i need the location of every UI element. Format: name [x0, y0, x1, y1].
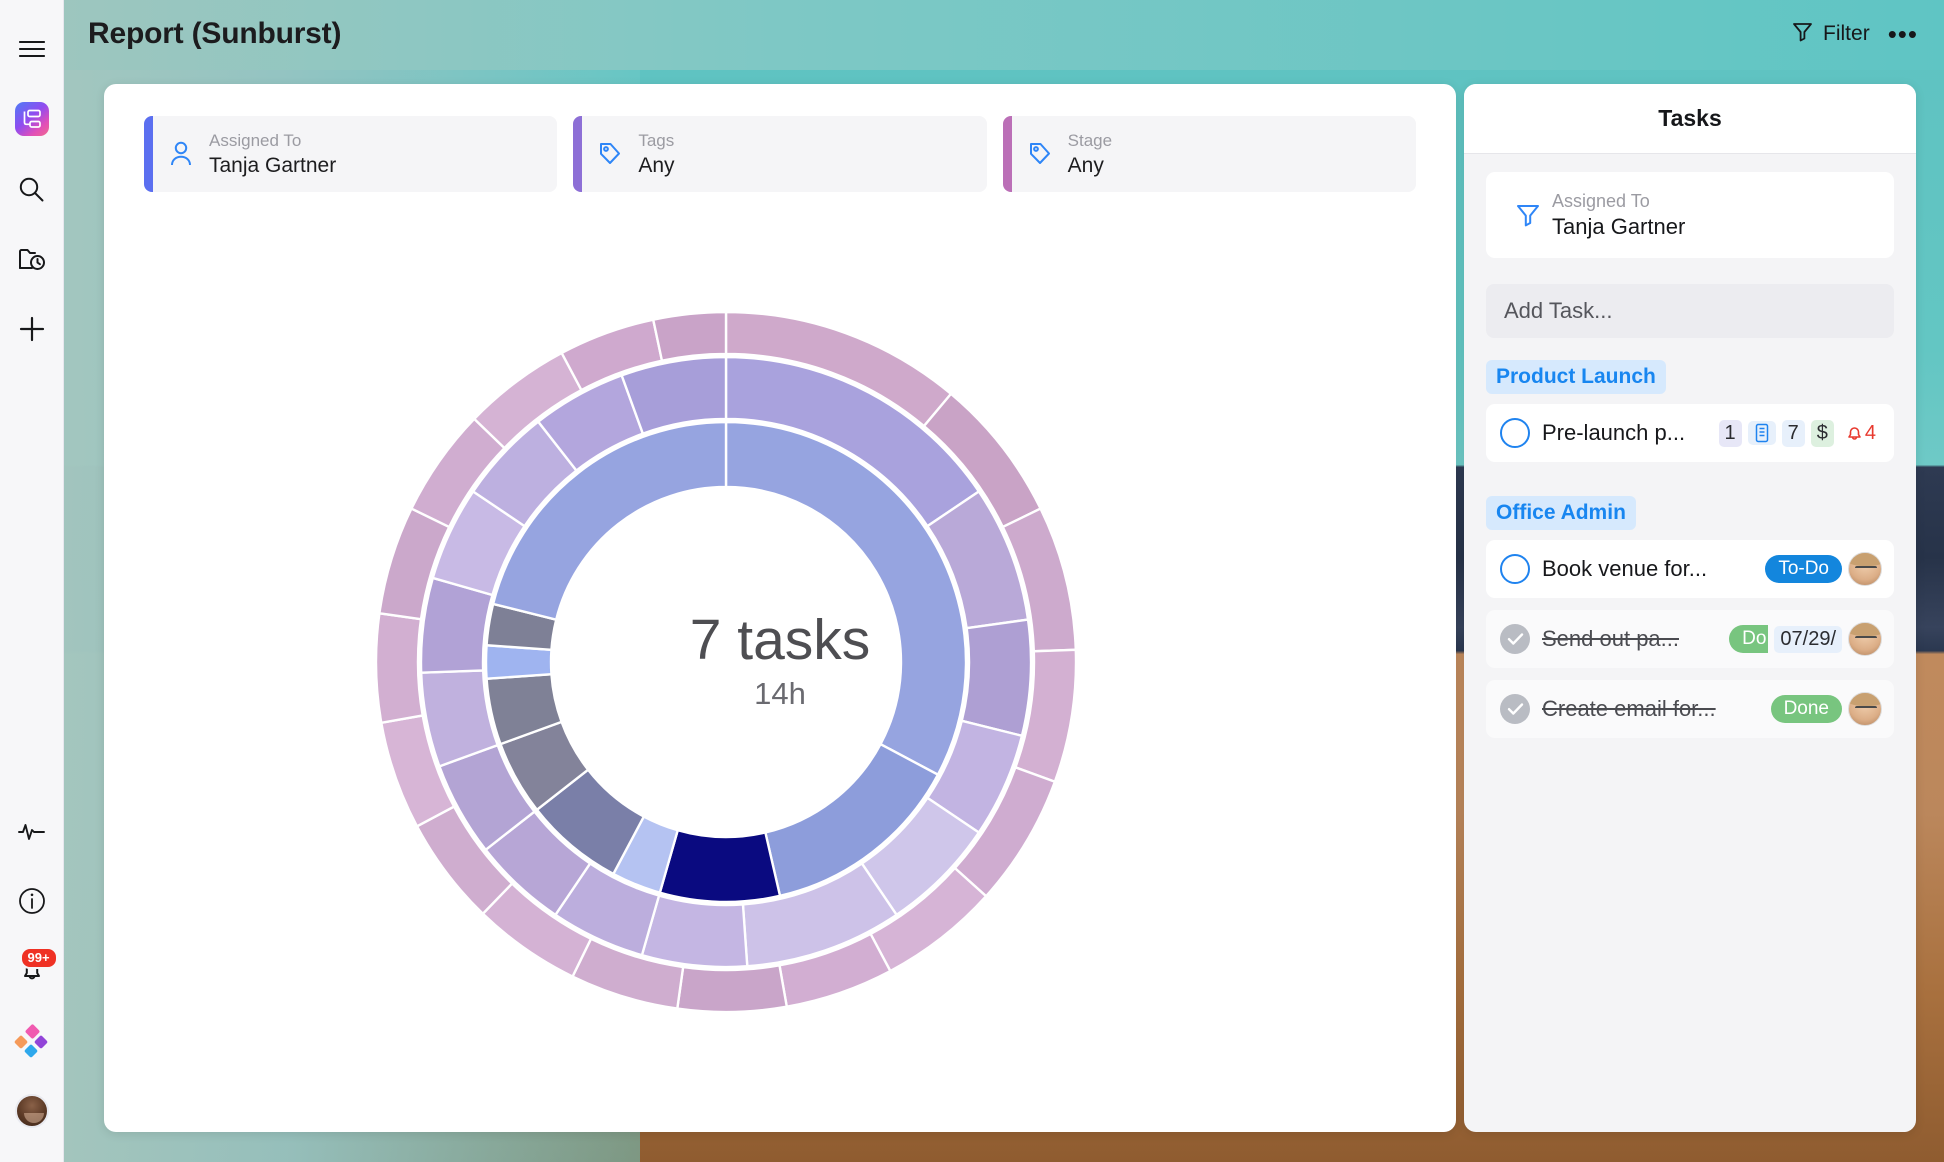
- filter-button[interactable]: Filter: [1792, 21, 1870, 48]
- task-row[interactable]: Send out pa... Do 07/29/: [1486, 610, 1894, 668]
- assigned-to-filter[interactable]: Assigned To Tanja Gartner: [1486, 172, 1894, 258]
- assigned-label: Assigned To: [1552, 189, 1685, 213]
- notes-icon[interactable]: [1748, 421, 1776, 445]
- sunburst-ring-inner: [486, 422, 966, 902]
- task-row[interactable]: Book venue for... To-Do: [1486, 540, 1894, 598]
- task-row[interactable]: Pre-launch p... 1 7 $ 4: [1486, 404, 1894, 462]
- chip-text-block: Stage Any: [1068, 130, 1112, 179]
- task-title: Create email for...: [1542, 696, 1716, 722]
- avatar[interactable]: [1848, 552, 1882, 586]
- app-root: 99+ Report (Sunburst) Filt: [0, 0, 1944, 1162]
- status-badge[interactable]: Done: [1771, 695, 1842, 723]
- task-meta-points: 7: [1782, 420, 1805, 447]
- sunburst-segment[interactable]: [642, 896, 747, 967]
- avatar[interactable]: [1848, 622, 1882, 656]
- task-group: Product Launch Pre-launch p... 1 7 $ 4: [1486, 338, 1894, 462]
- sunburst-chart[interactable]: 7 tasks 14h: [104, 192, 1456, 1132]
- status-badge[interactable]: Do: [1729, 625, 1768, 653]
- chip-value: Tanja Gartner: [209, 152, 336, 179]
- task-row[interactable]: Create email for... Done: [1486, 680, 1894, 738]
- status-badge[interactable]: To-Do: [1765, 555, 1842, 583]
- page-header: Report (Sunburst) Filter •••: [64, 0, 1944, 68]
- task-checkbox[interactable]: [1500, 624, 1530, 654]
- task-group: Office Admin Book venue for... To-Do Sen…: [1486, 474, 1894, 738]
- filter-chips: Assigned To Tanja Gartner Tags Any: [104, 84, 1456, 192]
- task-title: Book venue for...: [1542, 556, 1707, 582]
- assigned-text-block: Assigned To Tanja Gartner: [1552, 189, 1685, 241]
- chip-label: Tags: [638, 130, 674, 152]
- folder-clock-icon[interactable]: [8, 235, 56, 283]
- chip-label: Assigned To: [209, 130, 336, 152]
- sunburst-segment[interactable]: [962, 620, 1031, 736]
- task-group-tag[interactable]: Product Launch: [1486, 360, 1666, 394]
- header-actions: Filter •••: [1792, 21, 1944, 48]
- sunburst-segment[interactable]: [660, 830, 780, 902]
- sparkle-glyph: [15, 1024, 49, 1058]
- filter-button-label: Filter: [1823, 22, 1870, 46]
- report-card: Assigned To Tanja Gartner Tags Any: [104, 84, 1456, 1132]
- tasks-panel-body: Assigned To Tanja Gartner Add Task... Pr…: [1464, 154, 1916, 768]
- tasks-panel: Tasks Assigned To Tanja Gartner Add Task…: [1464, 84, 1916, 1132]
- task-title: Pre-launch p...: [1542, 420, 1685, 446]
- sunburst-svg[interactable]: [104, 192, 1456, 1132]
- task-checkbox[interactable]: [1500, 694, 1530, 724]
- task-alert-count: 4: [1865, 422, 1876, 445]
- chip-accent-bar: [144, 116, 153, 192]
- filter-chip-stage[interactable]: Stage Any: [1003, 116, 1416, 192]
- left-sidebar: 99+: [0, 0, 64, 1162]
- task-meta: Done: [1771, 692, 1882, 726]
- chip-value: Any: [638, 152, 674, 179]
- plus-icon[interactable]: [8, 305, 56, 353]
- search-icon[interactable]: [8, 165, 56, 213]
- sunburst-segment[interactable]: [653, 312, 726, 361]
- task-title: Send out pa...: [1542, 626, 1679, 652]
- bell-icon[interactable]: 99+: [8, 947, 56, 995]
- tag-icon: [582, 140, 638, 168]
- notification-badge: 99+: [20, 947, 58, 969]
- chip-label: Stage: [1068, 130, 1112, 152]
- task-due-date: 07/29/: [1774, 626, 1842, 653]
- person-icon: [153, 140, 209, 168]
- task-meta-money: $: [1811, 420, 1834, 447]
- tag-icon: [1012, 140, 1068, 168]
- filter-chip-assigned-to[interactable]: Assigned To Tanja Gartner: [144, 116, 557, 192]
- add-task-input[interactable]: Add Task...: [1486, 284, 1894, 338]
- task-group-tag[interactable]: Office Admin: [1486, 496, 1636, 530]
- task-meta: To-Do: [1765, 552, 1882, 586]
- app-logo-icon: [15, 102, 49, 136]
- tasks-panel-title: Tasks: [1464, 84, 1916, 154]
- task-meta: 1 7 $ 4: [1719, 420, 1883, 447]
- task-checkbox[interactable]: [1500, 554, 1530, 584]
- more-options-icon[interactable]: •••: [1888, 28, 1918, 40]
- chip-text-block: Tags Any: [638, 130, 674, 179]
- info-circle-icon[interactable]: [8, 877, 56, 925]
- activity-pulse-icon[interactable]: [8, 807, 56, 855]
- sparkle-icon[interactable]: [8, 1017, 56, 1065]
- user-avatar[interactable]: [8, 1087, 56, 1135]
- avatar[interactable]: [1848, 692, 1882, 726]
- chip-value: Any: [1068, 152, 1112, 179]
- task-checkbox[interactable]: [1500, 418, 1530, 448]
- funnel-icon: [1504, 202, 1552, 228]
- assigned-value: Tanja Gartner: [1552, 213, 1685, 241]
- filter-chip-tags[interactable]: Tags Any: [573, 116, 986, 192]
- task-meta: Do 07/29/: [1729, 622, 1882, 656]
- chip-text-block: Assigned To Tanja Gartner: [209, 130, 336, 179]
- chip-accent-bar: [1003, 116, 1012, 192]
- avatar-image: [15, 1094, 49, 1128]
- page-title: Report (Sunburst): [88, 17, 341, 51]
- sidebar-item-workspace[interactable]: [8, 95, 56, 143]
- hamburger-menu-icon[interactable]: [8, 25, 56, 73]
- task-meta-count: 1: [1719, 420, 1742, 447]
- sunburst-segment[interactable]: [376, 613, 423, 722]
- task-meta-alerts[interactable]: 4: [1840, 420, 1882, 447]
- chip-accent-bar: [573, 116, 582, 192]
- funnel-icon: [1792, 21, 1813, 48]
- sunburst-segment[interactable]: [677, 965, 786, 1012]
